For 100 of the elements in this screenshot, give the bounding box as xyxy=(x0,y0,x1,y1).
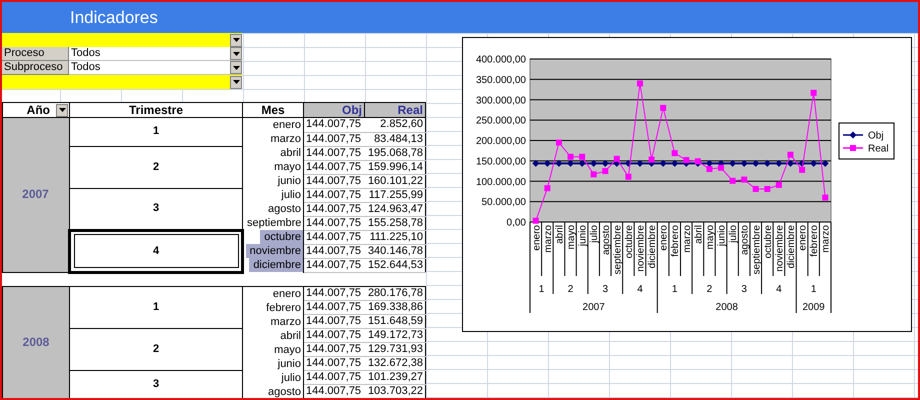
sheet-title: Indicadores xyxy=(70,6,158,29)
real-cell: 155.258,78 xyxy=(364,216,426,230)
obj-cell: 144.007,75 xyxy=(304,356,364,370)
obj-cell: 144.007,75 xyxy=(304,384,364,398)
real-cell: 151.648,59 xyxy=(364,314,426,328)
y-tick-label: 200.000,00 xyxy=(476,136,526,147)
obj-cell: 144.007,75 xyxy=(304,160,364,174)
legend-label: Obj xyxy=(868,130,884,142)
obj-cell: 144.007,75 xyxy=(304,216,364,230)
month-label: diciembre xyxy=(647,225,658,268)
month-cell: abril xyxy=(242,146,304,160)
month-label: octubre xyxy=(762,225,774,258)
legend-box xyxy=(838,122,894,160)
month-cell: mayo xyxy=(242,160,304,174)
month-label: marzo xyxy=(542,225,554,253)
data-point xyxy=(741,176,748,183)
dropdown-button[interactable] xyxy=(56,104,68,116)
month-label: agosto xyxy=(740,225,751,256)
month-label: marzo xyxy=(820,225,832,253)
data-point xyxy=(532,160,540,167)
month-cell: junio xyxy=(242,356,304,370)
quarter-label: 4 xyxy=(637,284,643,295)
real-cell: 103.703,22 xyxy=(364,384,426,398)
obj-cell: 144.007,75 xyxy=(304,202,364,216)
month-label: mayo xyxy=(704,225,716,250)
column-header: Obj xyxy=(304,102,364,118)
caret-icon xyxy=(232,38,240,42)
real-cell: 124.963,47 xyxy=(364,202,426,216)
quarter-cell: 3 xyxy=(70,188,242,230)
real-cell: 195.068,78 xyxy=(364,146,426,160)
month-cell: julio xyxy=(242,370,304,384)
month-cell: mayo xyxy=(242,342,304,356)
data-point xyxy=(624,160,632,167)
dropdown-button[interactable] xyxy=(230,34,242,46)
data-point xyxy=(636,160,644,167)
year-label: 2008 xyxy=(716,302,738,313)
real-cell: 159.996,14 xyxy=(364,160,426,174)
obj-cell: 144.007,75 xyxy=(304,230,364,244)
quarter-label: 2 xyxy=(706,284,712,295)
month-label: mayo xyxy=(566,225,578,250)
data-point xyxy=(660,160,667,167)
filter-field[interactable]: Todos xyxy=(69,61,242,75)
month-label: noviembre xyxy=(774,225,786,272)
obj-cell: 144.007,75 xyxy=(304,146,364,160)
quarter-cell: 1 xyxy=(70,286,242,328)
column-header: Trimestre xyxy=(70,102,242,118)
y-tick-label: 300.000,00 xyxy=(476,95,526,106)
month-cell: marzo xyxy=(242,132,304,146)
y-tick-label: 350.000,00 xyxy=(476,74,526,86)
data-point xyxy=(810,160,818,167)
year-cell: 2008 xyxy=(2,286,70,398)
month-label: noviembre xyxy=(635,225,646,272)
real-cell: 340.146,78 xyxy=(364,244,426,258)
dropdown-button[interactable] xyxy=(230,76,242,88)
quarter-label: 1 xyxy=(538,284,544,295)
obj-cell: 144.007,75 xyxy=(304,174,364,188)
month-label: julio xyxy=(728,225,740,243)
real-cell: 160.101,22 xyxy=(364,174,426,188)
y-tick-label: 100.000,00 xyxy=(476,176,526,188)
real-cell: 132.672,38 xyxy=(364,356,426,370)
y-tick-label: 50.000,00 xyxy=(482,197,526,208)
data-point xyxy=(740,160,748,167)
caret-icon xyxy=(58,108,66,112)
year-cell: 2007 xyxy=(2,118,70,272)
y-tick-label: 150.000,00 xyxy=(476,156,526,168)
month-label: abril xyxy=(693,225,704,244)
data-point xyxy=(752,160,760,167)
data-point xyxy=(590,160,598,167)
dropdown-button[interactable] xyxy=(230,61,242,74)
obj-cell: 144.007,75 xyxy=(304,188,364,202)
obj-cell: 144.007,75 xyxy=(304,328,364,342)
caret-icon xyxy=(232,52,240,56)
y-tick-label: 0,00 xyxy=(506,218,526,228)
real-cell: 2.852,60 xyxy=(364,118,426,132)
data-point xyxy=(822,160,829,167)
y-tick-label: 400.000,00 xyxy=(476,54,526,66)
month-label: septiembre xyxy=(751,225,762,274)
data-point xyxy=(672,150,678,156)
month-cell: enero xyxy=(242,118,304,132)
month-cell: agosto xyxy=(242,202,304,216)
quarter-label: 3 xyxy=(741,284,747,295)
quarter-label: 2 xyxy=(568,284,574,295)
month-cell: agosto xyxy=(242,384,304,398)
obj-cell: 144.007,75 xyxy=(304,370,364,384)
filter-label: Proceso xyxy=(2,47,69,61)
obj-cell: 144.007,75 xyxy=(304,286,364,300)
real-cell: 111.225,10 xyxy=(364,230,426,244)
filter-field[interactable] xyxy=(2,75,242,89)
filter-field[interactable] xyxy=(2,33,242,47)
filter-field[interactable]: Todos xyxy=(69,47,242,61)
year-label: 2009 xyxy=(802,302,825,313)
month-label: junio xyxy=(716,225,728,246)
obj-cell: 144.007,75 xyxy=(304,132,364,146)
data-point xyxy=(822,194,828,201)
obj-cell: 144.007,75 xyxy=(304,244,364,258)
caret-icon xyxy=(232,80,240,84)
real-cell: 169.338,86 xyxy=(364,300,426,314)
month-label: marzo xyxy=(682,225,693,253)
quarter-cell: 4 xyxy=(70,230,242,272)
dropdown-button[interactable] xyxy=(230,47,242,60)
